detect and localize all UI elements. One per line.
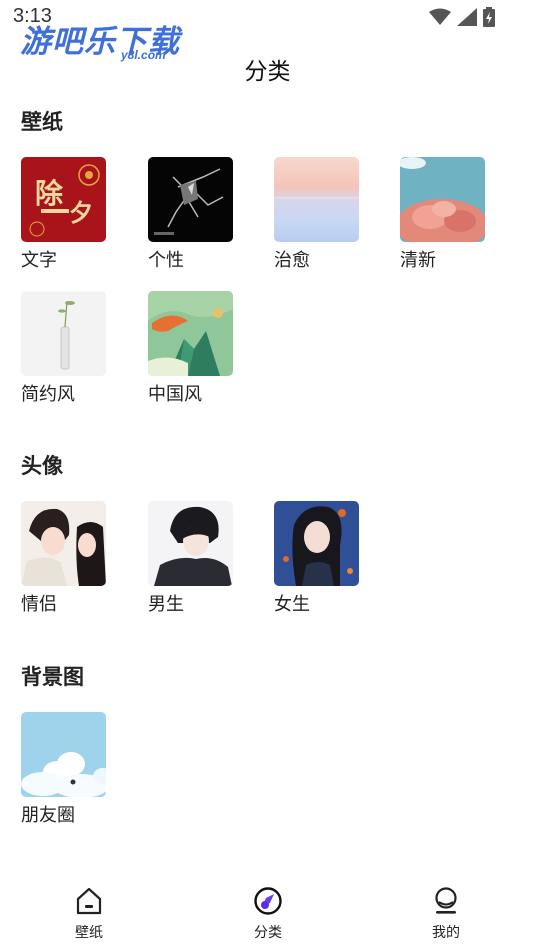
category-tile-chinese-style[interactable]: 中国风 (148, 291, 234, 406)
section-title: 背景图 (21, 665, 84, 689)
category-tile-boy[interactable]: 男生 (148, 501, 234, 616)
compass-icon (253, 886, 283, 916)
category-tile-fresh[interactable]: 清新 (400, 157, 486, 272)
thumbnail-anime-girl (274, 501, 359, 586)
section-avatar: 头像 (21, 450, 63, 480)
section-wallpaper: 壁纸 (21, 106, 63, 136)
thumbnail-chinese-landscape (148, 291, 233, 376)
nav-item-category[interactable]: 分类 (228, 886, 308, 942)
tile-label: 男生 (148, 594, 184, 615)
status-bar: 3:13 游吧乐下载 y8l.com (0, 0, 535, 62)
nav-item-mine[interactable]: 我的 (406, 886, 486, 942)
tile-label: 文字 (21, 250, 57, 271)
wifi-icon (429, 8, 451, 26)
tile-label: 治愈 (274, 250, 310, 271)
thumbnail-pink-tree (400, 157, 485, 242)
tile-label: 中国风 (148, 384, 202, 405)
category-tile-couple[interactable]: 情侣 (21, 501, 107, 616)
tile-label: 情侣 (21, 594, 57, 615)
tile-label: 女生 (274, 594, 310, 615)
category-tile-personality[interactable]: 个性 (148, 157, 234, 272)
svg-text:夕: 夕 (69, 198, 93, 227)
tile-label: 简约风 (21, 384, 75, 405)
tile-label: 个性 (148, 250, 184, 271)
tile-label: 清新 (400, 250, 436, 271)
signal-icon (457, 8, 477, 26)
category-tile-healing[interactable]: 治愈 (274, 157, 360, 272)
nav-label: 分类 (254, 925, 282, 941)
category-tile-moments[interactable]: 朋友圈 (21, 712, 107, 827)
section-title: 头像 (21, 454, 63, 478)
page-title: 分类 (244, 59, 291, 85)
tile-label: 朋友圈 (21, 805, 75, 826)
nav-item-wallpaper[interactable]: 壁纸 (49, 886, 129, 942)
thumbnail-clouds-sky (21, 712, 106, 797)
category-tile-minimal[interactable]: 简约风 (21, 291, 107, 406)
nav-label: 我的 (432, 925, 460, 941)
bottom-nav: 壁纸 分类 我的 (0, 880, 535, 951)
thumbnail-pastel-sea (274, 157, 359, 242)
thumbnail-white-vase (21, 291, 106, 376)
thumbnail-anime-boy (148, 501, 233, 586)
svg-text:除: 除 (35, 177, 64, 210)
home-icon (74, 886, 104, 916)
thumbnail-black-shattered (148, 157, 233, 242)
category-tile-girl[interactable]: 女生 (274, 501, 360, 616)
thumbnail-anime-couple (21, 501, 106, 586)
thumbnail-red-new-year: 除 夕 (21, 157, 106, 242)
section-title: 壁纸 (21, 110, 63, 134)
status-icons (429, 7, 495, 27)
nav-label: 壁纸 (75, 925, 103, 941)
category-screen: 3:13 游吧乐下载 y8l.com 分类 壁纸 除 夕 文字 个性 治愈 清新… (0, 0, 535, 951)
profile-icon (431, 886, 461, 916)
section-background: 背景图 (21, 661, 84, 691)
category-tile-text[interactable]: 除 夕 文字 (21, 157, 107, 272)
battery-icon (483, 7, 495, 27)
